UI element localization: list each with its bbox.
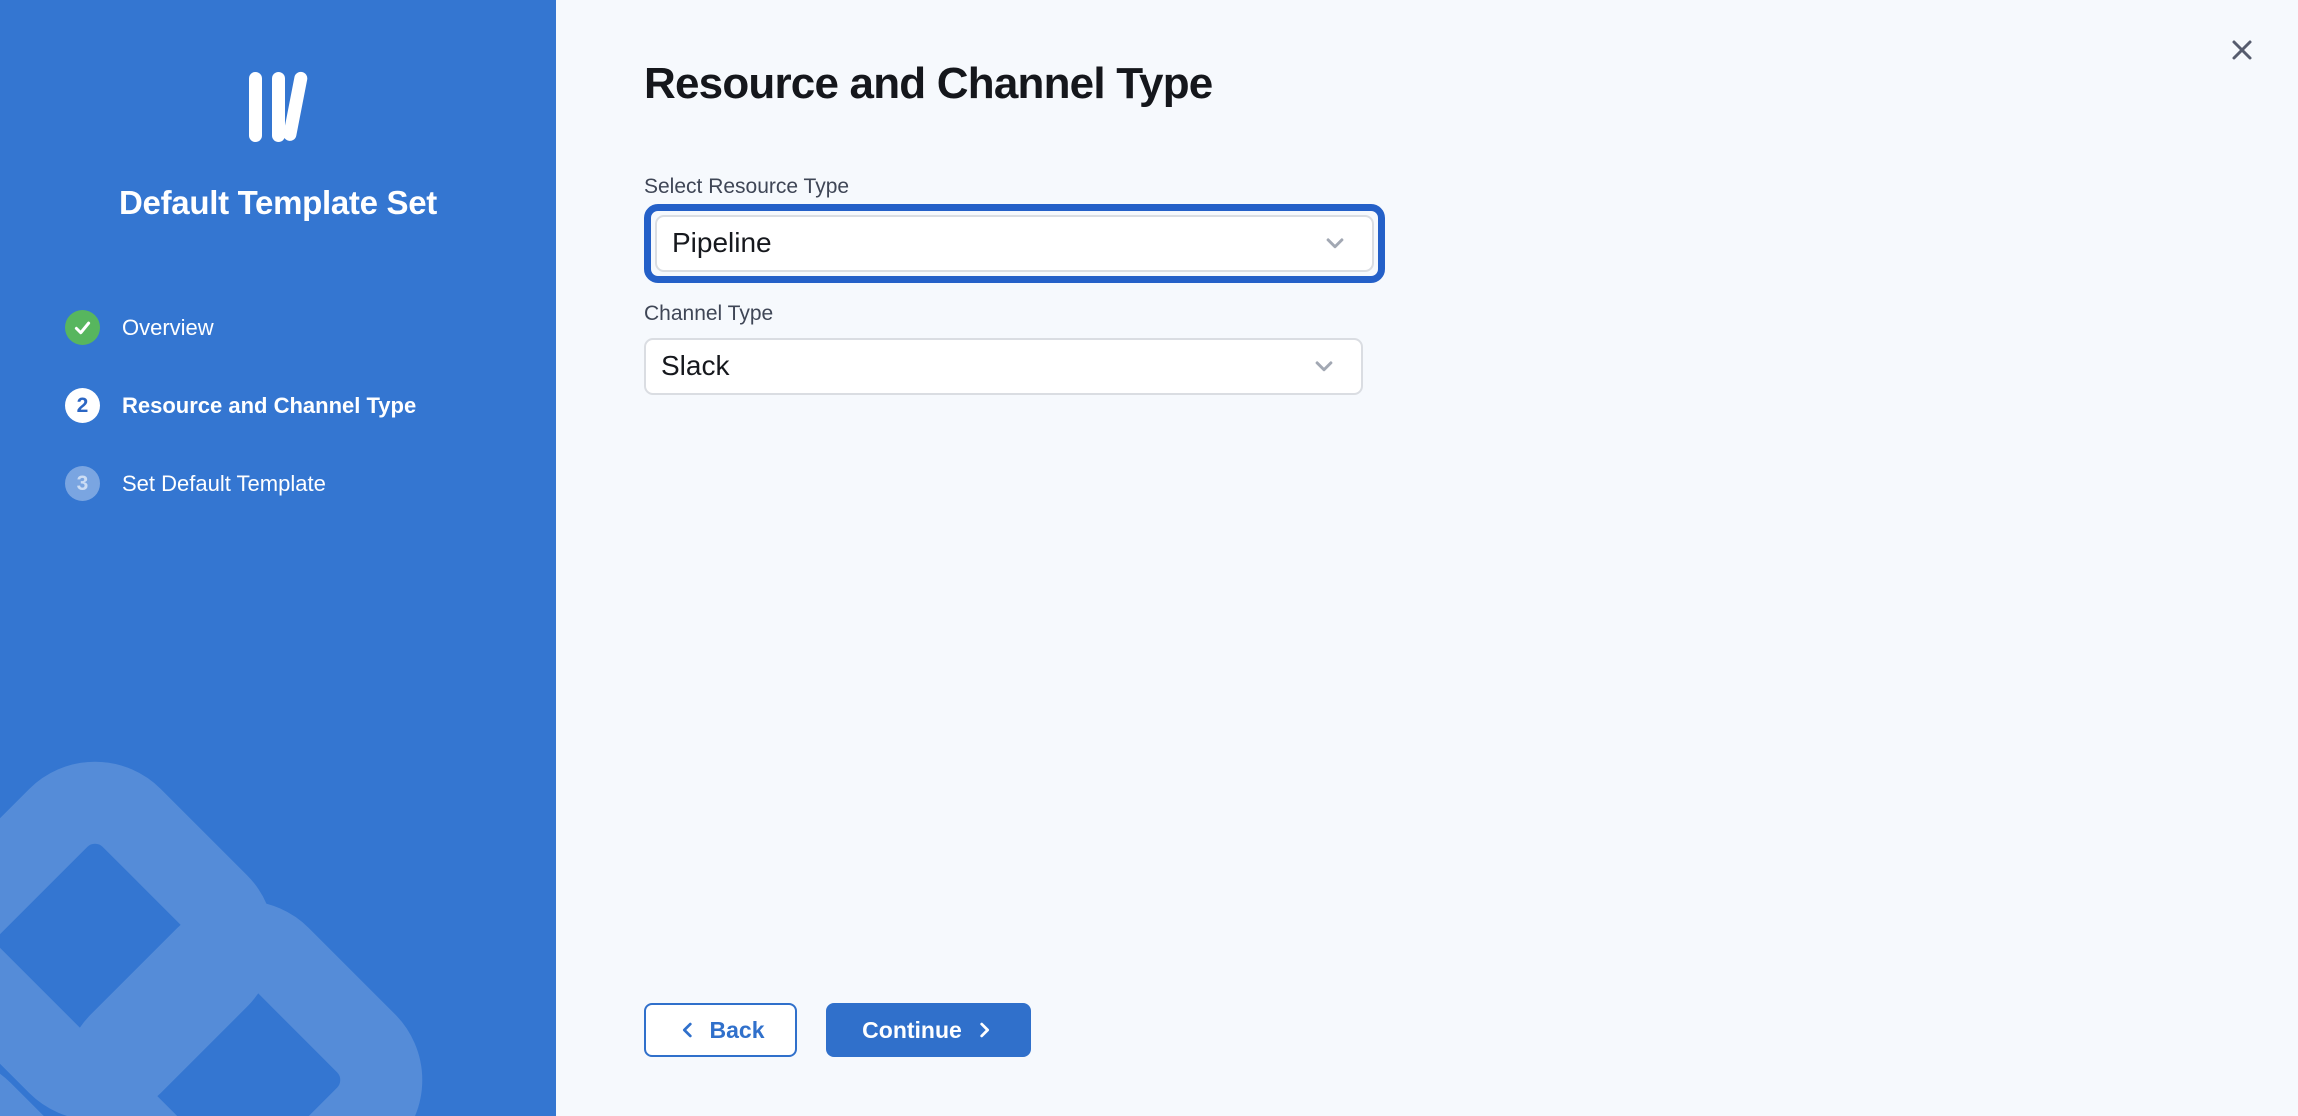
resource-type-value: Pipeline [657,227,772,259]
step-overview[interactable]: Overview [65,310,556,345]
wizard-title: Default Template Set [0,184,556,222]
step-complete-badge [65,310,100,345]
step-resource-and-channel-type[interactable]: 2 Resource and Channel Type [65,388,556,423]
wizard-sidebar: Default Template Set Overview 2 Resource… [0,0,556,1116]
channel-type-select[interactable]: Slack [644,338,1363,395]
step-set-default-template[interactable]: 3 Set Default Template [65,466,556,501]
wizard-modal: Default Template Set Overview 2 Resource… [0,0,2298,1116]
step-label: Resource and Channel Type [122,393,416,419]
step-number-badge: 3 [65,466,100,501]
close-icon [2230,38,2254,62]
step-label: Overview [122,315,214,341]
check-icon [72,317,93,338]
page-title: Resource and Channel Type [644,58,2298,111]
continue-button[interactable]: Continue [826,1003,1031,1057]
chevron-left-icon [677,1019,699,1041]
resource-type-label: Select Resource Type [644,172,2298,202]
brand-watermark [0,646,556,1116]
resource-type-focus-ring: Pipeline [644,204,1385,283]
close-button[interactable] [2220,28,2264,72]
resource-type-select[interactable]: Pipeline [655,215,1374,272]
continue-button-label: Continue [862,1017,962,1044]
wizard-stepper: Overview 2 Resource and Channel Type 3 S… [0,310,556,501]
chevron-down-icon [1320,228,1350,258]
wizard-footer: Back Continue [644,1003,1031,1057]
wizard-main-panel: Resource and Channel Type Select Resourc… [556,0,2298,1116]
step-label: Set Default Template [122,471,326,497]
chevron-down-icon [1309,351,1339,381]
app-logo-icon [0,72,556,146]
chevron-right-icon [973,1019,995,1041]
step-number-badge: 2 [65,388,100,423]
channel-type-value: Slack [646,350,729,382]
back-button-label: Back [710,1017,765,1044]
back-button[interactable]: Back [644,1003,797,1057]
channel-type-label: Channel Type [644,299,2298,329]
